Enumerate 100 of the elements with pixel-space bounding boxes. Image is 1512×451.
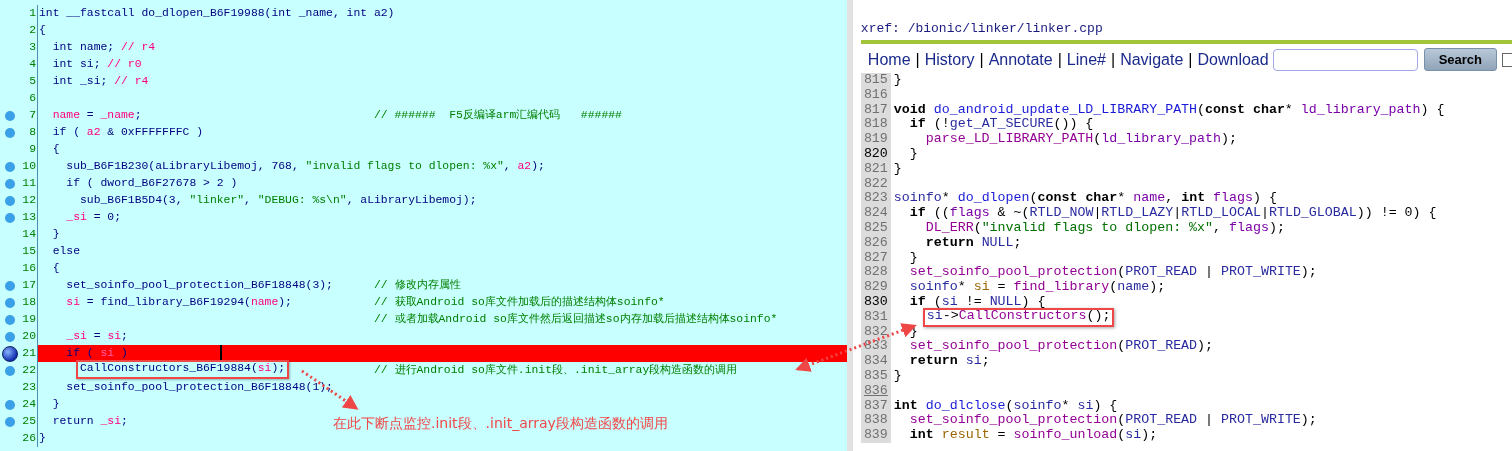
code-text: set_soinfo_pool_protection_B6F18848(1);	[65, 380, 333, 395]
line-number: 819	[860, 132, 891, 147]
line-number: 18	[21, 295, 37, 310]
line-number: 19	[21, 312, 37, 327]
separator-text: |	[978, 49, 985, 70]
line-number: 15	[21, 244, 37, 259]
line-number: 16	[21, 261, 37, 276]
line-number: 9	[28, 142, 37, 157]
search-button[interactable]: Search	[1423, 47, 1497, 72]
line-number: 25	[21, 414, 37, 429]
code-text: return _si;	[51, 414, 128, 429]
separator-text: |	[1110, 49, 1117, 70]
code-text: if (!get_AT_SECURE()) {	[908, 117, 1094, 133]
nav-link[interactable]: Line#	[1066, 47, 1106, 72]
code-text: }	[908, 250, 918, 266]
nav-link[interactable]: Home	[867, 47, 911, 72]
code-text: int si; // r0	[51, 57, 142, 72]
line-number: 839	[860, 428, 891, 443]
search-field[interactable]	[1272, 48, 1418, 71]
code-text: int name; // r4	[51, 40, 156, 55]
separator-text: |	[1187, 49, 1194, 70]
boxed-code: si->CallConstructors();	[922, 307, 1115, 327]
line-number: 6	[28, 91, 37, 106]
line-number: 23	[21, 380, 37, 395]
code-comment: // 或者加载Android so库文件然后返回描述so内存加载后描述结构体soinfo*	[374, 312, 778, 327]
code-text: if (si != NULL) {	[908, 294, 1046, 310]
line-number: 10	[21, 159, 37, 174]
code-text: sub_B6F1B5D4(3, "linker", "DEBUG: %s\n", aLibraryLibemoj);	[79, 193, 477, 208]
line-number: 2	[28, 23, 37, 38]
line-number: 12	[21, 193, 37, 208]
line-number: 3	[28, 40, 37, 55]
code-text: }	[51, 227, 60, 242]
code-text: soinfo* do_dlopen(const char* name, int flags) {	[893, 191, 1277, 207]
code-text: return si;	[908, 354, 990, 369]
code-text: int _si; // r4	[51, 74, 149, 89]
code-text: }	[893, 368, 902, 384]
code-text: {	[39, 23, 46, 38]
code-text: }	[51, 397, 60, 412]
breakpoint-icon[interactable]	[2, 345, 18, 362]
line-number: 13	[21, 210, 37, 225]
nav-link[interactable]: Annotate	[988, 47, 1053, 72]
code-comment: // 获取Android so库文件加载后的描述结构体soinfo*	[374, 295, 665, 310]
code-text: soinfo* si = find_library(name);	[908, 280, 1166, 295]
line-number: 823	[860, 191, 891, 207]
code-text: else	[51, 244, 80, 259]
code-text: set_soinfo_pool_protection_B6F18848(3);	[65, 278, 333, 293]
line-number: 24	[21, 397, 37, 412]
line-number: 8	[28, 125, 37, 140]
line-number: 1	[28, 6, 37, 21]
code-comment: // ###### F5反编译arm汇编代码 ######	[374, 108, 622, 123]
line-number: 11	[21, 176, 37, 191]
line-number: 26	[21, 431, 37, 446]
code-text: {	[51, 261, 60, 276]
code-text: }	[39, 431, 46, 446]
code-text: sub_B6F1B230(aLibraryLibemoj, 768, "invalid flags to dlopen: %x", a2);	[65, 159, 545, 174]
code-text: si = find_library_B6F19294(name);	[65, 295, 292, 310]
line-number: 4	[28, 57, 37, 72]
code-text: DL_ERR("invalid flags to dlopen: %x", flags);	[924, 220, 1285, 236]
nav-link[interactable]: History	[924, 47, 975, 72]
line-number: 5	[28, 74, 37, 89]
code-text: set_soinfo_pool_protection(PROT_READ);	[908, 339, 1214, 355]
nav-link[interactable]: Navigate	[1120, 47, 1184, 72]
code-text: _si = 0;	[65, 210, 122, 225]
line-number: 21	[21, 346, 37, 361]
code-text: void do_android_update_LD_LIBRARY_PATH(const char* ld_library_path) {	[893, 102, 1445, 118]
code-text: if ( dword_B6F27678 > 2 )	[65, 176, 238, 191]
breadcrumb-path: xref: /bionic/linker/linker.cpp	[860, 21, 1103, 36]
code-text: parse_LD_LIBRARY_PATH(ld_library_path);	[924, 132, 1237, 147]
code-text: {	[51, 142, 60, 157]
checkbox[interactable]	[1502, 52, 1512, 67]
line-number: 17	[21, 278, 37, 293]
code-text: name = _name;	[51, 108, 142, 123]
code-comment: // 修改内存属性	[374, 278, 461, 293]
separator-text: |	[1056, 49, 1063, 70]
annotation-text: 在此下断点监控.init段、.init_array段构造函数的调用	[333, 414, 668, 433]
line-number: 818	[860, 117, 891, 133]
nav-link[interactable]: Download	[1197, 47, 1269, 72]
line-number: 824	[860, 206, 891, 221]
code-text: int result = soinfo_unload(si);	[908, 428, 1158, 443]
line-number: 828	[860, 265, 891, 281]
code-text: if ( a2 & 0xFFFFFFFC )	[51, 125, 204, 140]
separator-text: |	[914, 49, 921, 70]
line-number: 20	[21, 329, 37, 344]
code-text: if ((flags & ~(RTLD_NOW|RTLD_LAZY|RTLD_LOCAL|RTLD_GLOBAL)) != 0) {	[908, 206, 1437, 221]
code-text: }	[893, 73, 902, 88]
line-number: 14	[21, 227, 37, 242]
code-text: _si = si;	[65, 329, 128, 344]
code-text: set_soinfo_pool_protection(PROT_READ | PROT_WRITE);	[908, 265, 1317, 281]
code-text: return NULL;	[924, 235, 1022, 251]
line-number: 833	[860, 339, 891, 355]
line-number: 815	[860, 73, 891, 88]
boxed-code: CallConstructors_B6F19884(si);	[76, 360, 290, 379]
text-cursor	[219, 345, 222, 360]
code-text: set_soinfo_pool_protection(PROT_READ | PROT_WRITE);	[908, 413, 1317, 429]
code-text: int __fastcall do_dlopen_B6F19988(int _name, int a2)	[39, 6, 395, 21]
line-number: 7	[28, 108, 37, 123]
line-number: 838	[860, 413, 891, 429]
line-number: 829	[860, 280, 891, 295]
line-number: 834	[860, 354, 891, 369]
code-text: }	[893, 161, 902, 177]
